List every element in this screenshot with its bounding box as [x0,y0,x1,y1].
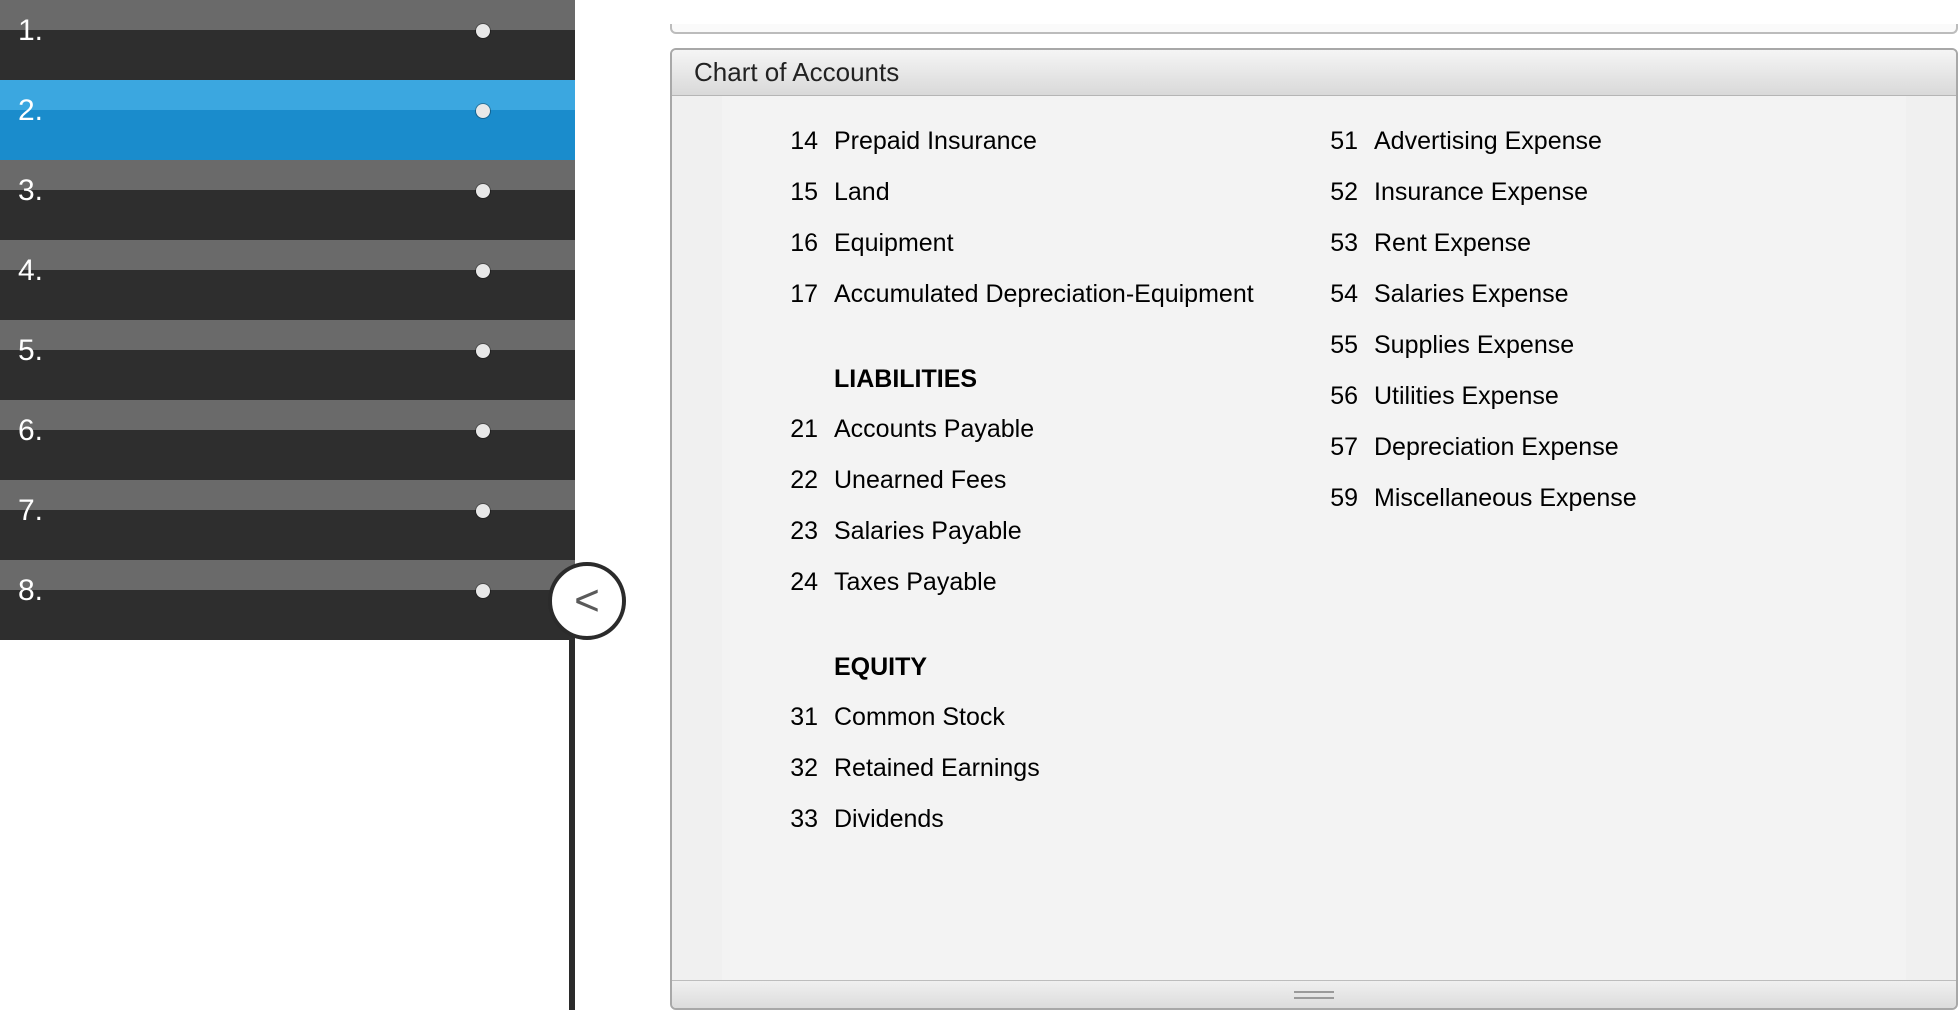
account-name: Prepaid Insurance [834,129,1037,154]
content-card: 14 Prepaid Insurance 15 Land 16 Equipment 17 Ac… [722,96,1906,980]
main-area: Chart of Accounts 14 Prepaid Insurance 15 L… [670,0,1958,1010]
account-row: 33 Dividends [782,794,1282,845]
account-name: Land [834,180,890,205]
previous-panel-sliver [670,24,1958,34]
account-number: 24 [782,570,818,595]
account-name: Depreciation Expense [1374,435,1619,460]
account-row: 55 Supplies Expense [1322,320,1682,371]
account-name: Salaries Payable [834,519,1022,544]
account-row: 59 Miscellaneous Expense [1322,473,1682,524]
account-number: 55 [1322,333,1358,358]
status-dot-icon [476,344,490,358]
account-number: 59 [1322,486,1358,511]
sidebar-step-7[interactable]: 7. [0,480,575,560]
account-name: Retained Earnings [834,756,1040,781]
chevron-left-icon: < [574,576,600,626]
status-dot-icon [476,264,490,278]
sidebar-step-8[interactable]: 8. [0,560,575,640]
chart-of-accounts-panel: Chart of Accounts 14 Prepaid Insurance 15 L… [670,48,1958,1010]
account-name: Dividends [834,807,944,832]
account-row: 56 Utilities Expense [1322,371,1682,422]
panel-title: Chart of Accounts [694,57,899,88]
account-row: 31 Common Stock [782,692,1282,743]
accounts-column-left: 14 Prepaid Insurance 15 Land 16 Equipment 17 Ac… [782,116,1282,845]
account-name: Supplies Expense [1374,333,1574,358]
sidebar-step-5[interactable]: 5. [0,320,575,400]
accounts-column-right: 51 Advertising Expense 52 Insurance Expense… [1322,116,1682,845]
panel-body: 14 Prepaid Insurance 15 Land 16 Equipment 17 Ac… [672,96,1956,980]
account-row: 57 Depreciation Expense [1322,422,1682,473]
sidebar-step-label: 5. [18,334,43,368]
step-sidebar: 1. 2. 3. 4. 5. 6. 7. 8. [0,0,575,1010]
account-name: Miscellaneous Expense [1374,486,1637,511]
sidebar-step-label: 4. [18,254,43,288]
account-number: 31 [782,705,818,730]
status-dot-icon [476,424,490,438]
account-row: 22 Unearned Fees [782,455,1282,506]
account-number: 15 [782,180,818,205]
account-row: 51 Advertising Expense [1322,116,1682,167]
sidebar-step-label: 8. [18,574,43,608]
account-number: 23 [782,519,818,544]
account-name: Advertising Expense [1374,129,1602,154]
sidebar-step-label: 7. [18,494,43,528]
account-number: 32 [782,756,818,781]
account-number: 51 [1322,129,1358,154]
account-name: Equipment [834,231,954,256]
account-row: 21 Accounts Payable [782,404,1282,455]
account-name: Insurance Expense [1374,180,1588,205]
account-row: 52 Insurance Expense [1322,167,1682,218]
status-dot-icon [476,504,490,518]
account-number: 17 [782,282,818,307]
account-number: 21 [782,417,818,442]
account-name: Salaries Expense [1374,282,1569,307]
panel-header: Chart of Accounts [672,50,1956,96]
sidebar-step-label: 2. [18,94,43,128]
account-name: Accumulated Depreciation-Equipment [834,282,1254,307]
account-name: Taxes Payable [834,570,997,595]
sidebar-step-3[interactable]: 3. [0,160,575,240]
account-number: 16 [782,231,818,256]
account-row: 23 Salaries Payable [782,506,1282,557]
account-number: 52 [1322,180,1358,205]
sidebar-step-4[interactable]: 4. [0,240,575,320]
account-name: Unearned Fees [834,468,1006,493]
account-number: 56 [1322,384,1358,409]
status-dot-icon [476,584,490,598]
account-section-heading: LIABILITIES [782,320,1282,404]
panel-resize-footer[interactable] [672,980,1956,1008]
sidebar-step-2[interactable]: 2. [0,80,575,160]
sidebar-step-1[interactable]: 1. [0,0,575,80]
resize-grip-icon [1294,991,1334,999]
status-dot-icon [476,184,490,198]
sidebar-step-label: 6. [18,414,43,448]
account-name: Rent Expense [1374,231,1531,256]
account-number: 14 [782,129,818,154]
sidebar-step-label: 1. [18,14,43,48]
account-row: 14 Prepaid Insurance [782,116,1282,167]
status-dot-icon [476,24,490,38]
account-section-heading: EQUITY [782,608,1282,692]
account-number: 53 [1322,231,1358,256]
sidebar-step-label: 3. [18,174,43,208]
sidebar-step-6[interactable]: 6. [0,400,575,480]
account-row: 15 Land [782,167,1282,218]
account-row: 17 Accumulated Depreciation-Equipment [782,269,1282,320]
account-number: 33 [782,807,818,832]
account-number: 22 [782,468,818,493]
account-row: 32 Retained Earnings [782,743,1282,794]
account-name: Accounts Payable [834,417,1034,442]
account-row: 54 Salaries Expense [1322,269,1682,320]
status-dot-icon [476,104,490,118]
account-name: Utilities Expense [1374,384,1559,409]
account-name: Common Stock [834,705,1005,730]
account-row: 16 Equipment [782,218,1282,269]
account-number: 57 [1322,435,1358,460]
account-row: 24 Taxes Payable [782,557,1282,608]
account-number: 54 [1322,282,1358,307]
collapse-sidebar-button[interactable]: < [548,562,626,640]
account-row: 53 Rent Expense [1322,218,1682,269]
